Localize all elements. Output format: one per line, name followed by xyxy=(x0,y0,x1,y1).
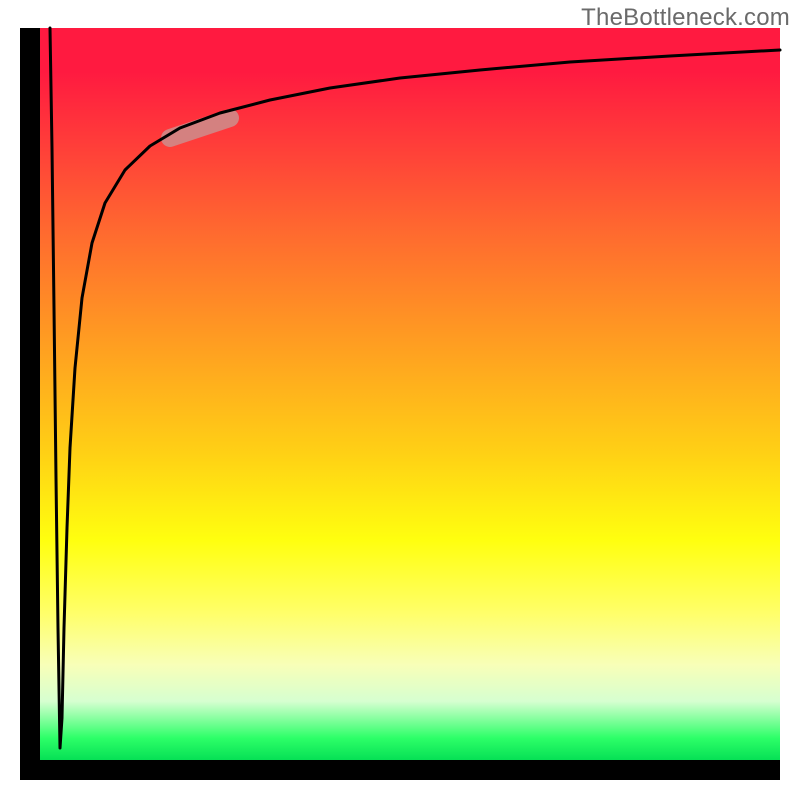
axis-bottom-border xyxy=(20,760,780,780)
curve-svg xyxy=(20,28,780,780)
axis-left-border xyxy=(20,28,40,780)
main-curve xyxy=(50,28,780,748)
plot-frame xyxy=(20,28,780,780)
chart-stage: TheBottleneck.com xyxy=(0,0,800,800)
